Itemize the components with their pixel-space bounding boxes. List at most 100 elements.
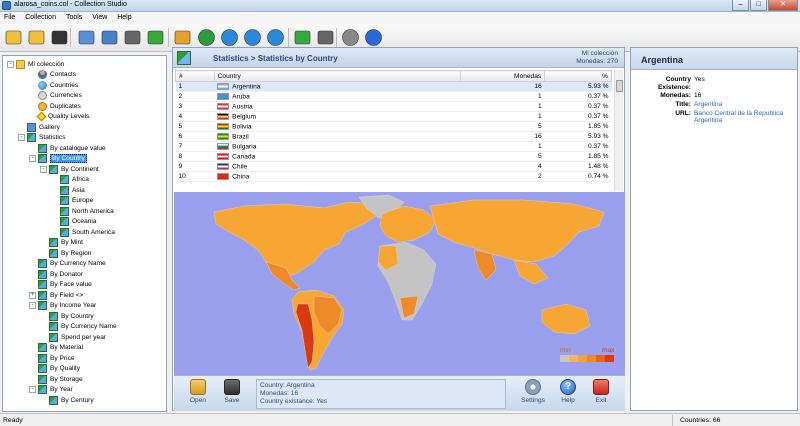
tree-item[interactable]: By catalogue value — [29, 143, 106, 153]
menu-tools[interactable]: Tools — [62, 12, 86, 23]
new-folder-icon[interactable] — [26, 27, 47, 48]
menu-view[interactable]: View — [88, 12, 111, 23]
help-icon[interactable] — [363, 27, 384, 48]
table-row[interactable]: 10 China 2 0.74 % — [175, 171, 612, 182]
detail-value[interactable]: Banco Central de la Republica Argentina — [694, 110, 784, 124]
download-icon[interactable] — [292, 27, 313, 48]
table-row[interactable]: 2 Aruba 1 0.37 % — [175, 91, 612, 102]
stat-icon — [27, 133, 36, 142]
gear-icon — [525, 379, 541, 395]
globe-2-icon[interactable] — [219, 27, 240, 48]
globe-1-icon[interactable] — [196, 27, 217, 48]
tree-item[interactable]: Duplicates — [29, 101, 81, 111]
tree-item[interactable]: Gallery — [18, 122, 60, 132]
col-header-country[interactable]: Country — [213, 70, 461, 82]
tree-item-label: Gallery — [39, 123, 60, 131]
table-row[interactable]: 4 Belgium 1 0.37 % — [175, 111, 612, 122]
expand-toggle-icon[interactable]: + — [29, 291, 36, 299]
collapse-toggle-icon[interactable]: - — [29, 155, 36, 162]
print-preview-icon[interactable] — [76, 27, 97, 48]
tree-item[interactable]: - Mi colección — [7, 59, 64, 69]
detail-value[interactable]: Argentina — [694, 101, 784, 108]
search-binoculars-icon[interactable] — [122, 27, 143, 48]
tree-item[interactable]: - By Continent — [40, 164, 99, 174]
open-button[interactable]: Open — [184, 379, 212, 409]
tree-item[interactable]: By Country — [40, 311, 94, 321]
country-table: # Country Monedas % 1 Argentina 16 5.93 % 2 A… — [175, 70, 612, 182]
tree-item[interactable]: By Currency Name — [40, 322, 117, 332]
tree-item[interactable]: - By Country — [29, 154, 87, 164]
tree-item[interactable]: Countries — [29, 80, 78, 90]
tree-item[interactable]: By Price — [29, 353, 75, 363]
tree-item[interactable]: - By Year — [29, 385, 73, 395]
maximize-button[interactable]: □ — [750, 0, 767, 11]
table-row[interactable]: 5 Bolivia 5 1.85 % — [175, 121, 612, 132]
tree-item[interactable]: Currencies — [29, 91, 82, 101]
tree-item[interactable]: By Face value — [29, 280, 92, 290]
stat-icon — [49, 248, 58, 258]
table-row[interactable]: 9 Chile 4 1.48 % — [175, 161, 612, 172]
tree-item[interactable]: By Mint — [40, 238, 83, 248]
tree-item[interactable]: - By Income Year — [29, 301, 96, 311]
tree-item[interactable]: By Material — [29, 343, 83, 353]
tree-item[interactable]: By Donator — [29, 269, 83, 279]
tree-item[interactable]: By Century — [40, 395, 94, 405]
collapse-toggle-icon[interactable]: - — [29, 302, 36, 309]
row-country: Bulgaria — [214, 141, 461, 152]
tree-item[interactable]: Africa — [51, 175, 89, 185]
collapse-toggle-icon[interactable]: - — [18, 134, 25, 141]
tree-item-label: Duplicates — [50, 102, 81, 110]
col-header-percent[interactable]: % — [544, 70, 612, 82]
table-scrollbar[interactable] — [614, 70, 623, 191]
open-folder-icon[interactable] — [3, 27, 24, 48]
detail-key: Monedas: — [660, 92, 691, 99]
tree-item[interactable]: South America — [51, 227, 115, 237]
menu-collection[interactable]: Collection — [21, 12, 60, 23]
collection-tree[interactable]: - Mi colección Contacts Countries Currencies… — [2, 55, 167, 412]
tree-item[interactable]: By Currency Name — [29, 259, 106, 269]
tree-item[interactable]: Quality Levels — [29, 111, 89, 122]
save-icon[interactable] — [49, 27, 70, 48]
menu-file[interactable]: File — [0, 12, 19, 23]
table-row[interactable]: 8 Canada 5 1.85 % — [175, 151, 612, 162]
statistics-icon[interactable] — [145, 27, 166, 48]
settings-button[interactable]: Settings — [519, 379, 547, 409]
table-row[interactable]: 6 Brazil 16 5.93 % — [175, 131, 612, 142]
tree-item[interactable]: By Quality — [29, 364, 80, 374]
country-name: Bolivia — [232, 123, 252, 131]
col-header-monedas[interactable]: Monedas — [459, 70, 546, 82]
tree-item[interactable]: - Statistics — [18, 133, 65, 143]
help-button[interactable]: ? Help — [554, 379, 582, 409]
menu-help[interactable]: Help — [113, 12, 135, 23]
tree-item[interactable]: By Storage — [29, 374, 83, 384]
save-button[interactable]: Save — [218, 379, 246, 409]
flag-icon — [217, 112, 230, 120]
exit-button[interactable]: Exit — [587, 379, 615, 409]
table-row[interactable]: 1 Argentina 16 5.93 % — [175, 81, 612, 92]
tree-item[interactable]: North America — [51, 206, 114, 216]
export-icon[interactable] — [172, 27, 193, 48]
scrollbar-thumb[interactable] — [616, 80, 623, 92]
tree-item[interactable]: By Region — [40, 248, 91, 258]
tree-item[interactable]: Asia — [51, 185, 85, 195]
collapse-toggle-icon[interactable]: - — [7, 60, 14, 68]
tree-item[interactable]: Contacts — [29, 70, 76, 80]
tree-item[interactable]: Oceania — [51, 217, 97, 227]
tree-item[interactable]: Spend per year — [40, 332, 106, 342]
globe-3-icon[interactable] — [242, 27, 263, 48]
tree-item[interactable]: + By Field <> — [29, 290, 83, 300]
table-row[interactable]: 7 Bulgaria 1 0.37 % — [175, 141, 612, 152]
globe-4-icon[interactable] — [265, 27, 286, 48]
col-header-number[interactable]: # — [175, 70, 215, 82]
collapse-toggle-icon[interactable]: - — [40, 165, 47, 173]
print-icon[interactable] — [99, 27, 120, 48]
settings-icon[interactable] — [340, 27, 361, 48]
world-map[interactable]: min max — [174, 192, 625, 375]
table-row[interactable]: 3 Austria 1 0.37 % — [175, 101, 612, 112]
close-button[interactable]: ✕ — [768, 0, 798, 11]
install-icon[interactable] — [315, 27, 336, 48]
tree-item[interactable]: Europe — [51, 196, 93, 206]
collapse-toggle-icon[interactable]: - — [29, 386, 36, 393]
minimize-button[interactable]: – — [732, 0, 749, 11]
flag-icon — [217, 132, 230, 140]
